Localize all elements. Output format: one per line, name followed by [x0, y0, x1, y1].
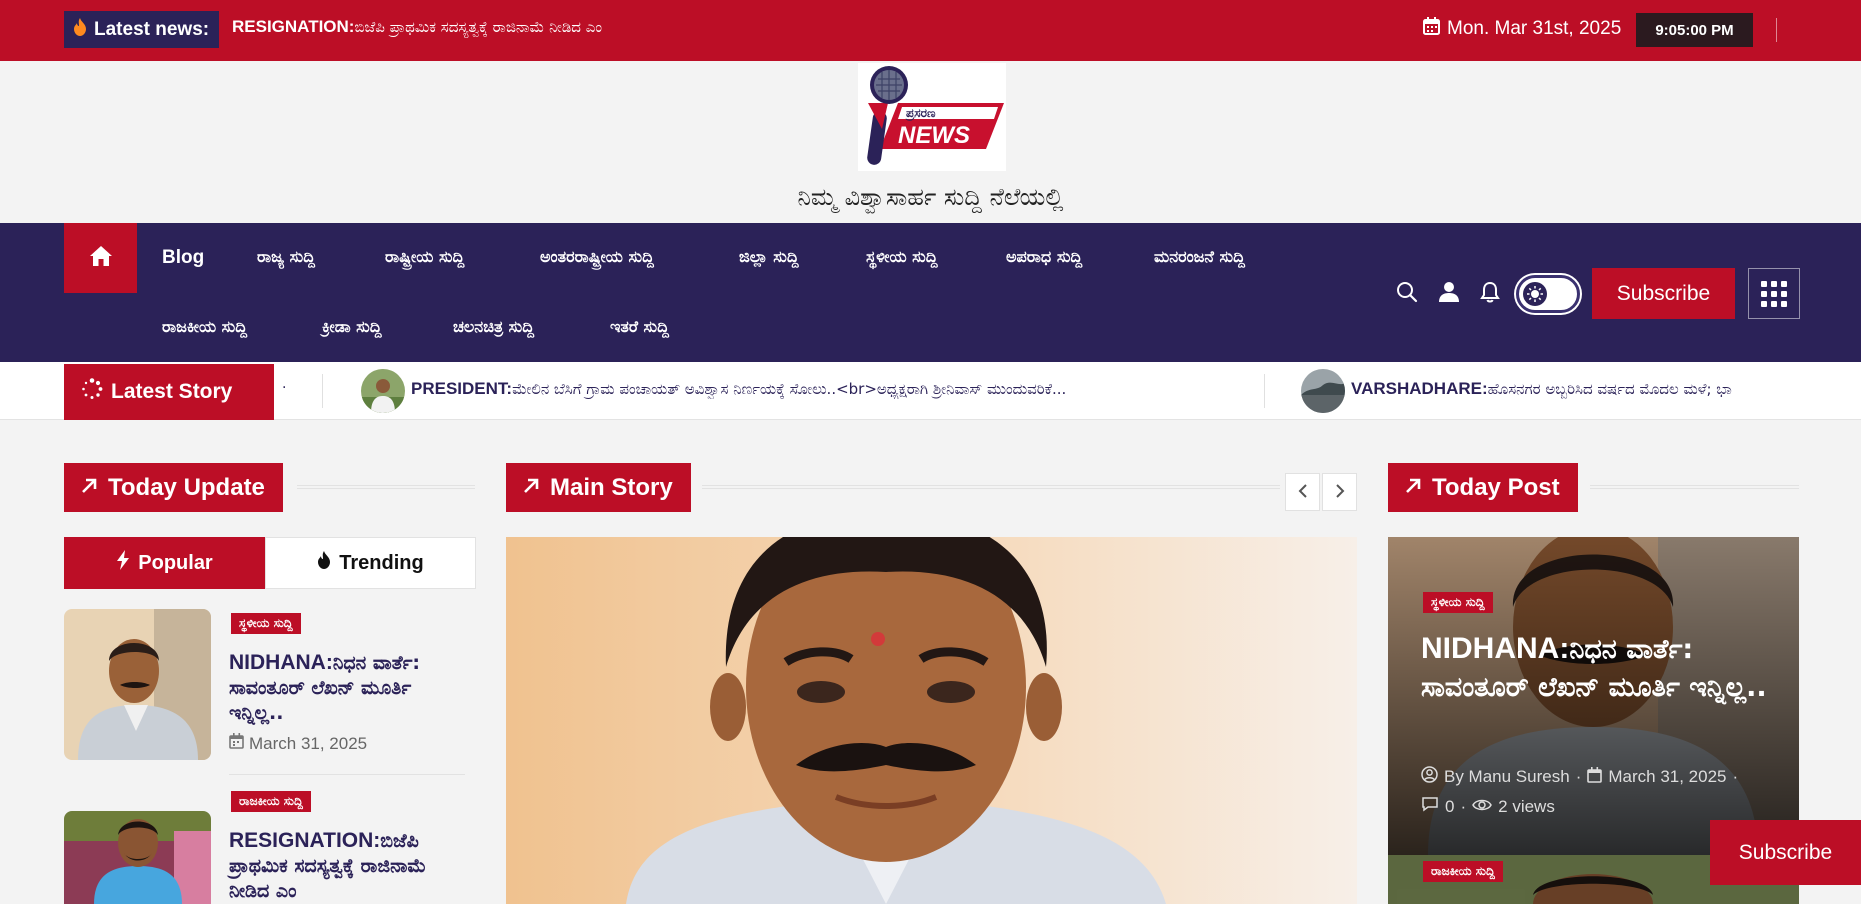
arrow-up-right-icon	[80, 474, 98, 502]
news-ticker-prefix: RESIGNATION:	[232, 17, 355, 36]
subscribe-button[interactable]: Subscribe	[1592, 268, 1735, 319]
bell-icon[interactable]	[1480, 281, 1500, 307]
heading-rule	[1590, 485, 1799, 489]
current-time: 9:05:00 PM	[1636, 13, 1753, 47]
arrow-up-right-icon	[1404, 474, 1422, 502]
story-item-varshadhare[interactable]: VARSHADHARE:ಹೊಸನಗರ ಅಬ್ಬರಿಸಿದ ವರ್ಷದ ಮೊದಲ …	[1351, 379, 1799, 399]
nav-item-international-news[interactable]: ಅಂತರರಾಷ್ಟ್ರೀಯ ಸುದ್ದಿ	[540, 247, 654, 267]
current-date: Mon. Mar 31st, 2025	[1423, 17, 1621, 41]
nav-item-national-news[interactable]: ರಾಷ್ಟ್ರೀಯ ಸುದ್ದಿ	[385, 247, 464, 267]
chevron-right-icon	[1335, 483, 1345, 502]
nav-item-state-news[interactable]: ರಾಜ್ಯ ಸುದ್ದಿ	[257, 247, 315, 267]
nav-item-local-news[interactable]: ಸ್ಥಳೀಯ ಸುದ್ದಿ	[866, 247, 938, 267]
heading-rule	[297, 485, 475, 489]
post-date: March 31, 2025	[229, 733, 367, 754]
news-ticker-text: ಬಿಜೆಪಿ ಪ್ರಾಥಮಿಕ ಸದಸ್ಯತ್ವಕ್ಕೆ ರಾಜಿನಾಮೆ ನೀ…	[354, 18, 603, 36]
grid-menu-icon[interactable]	[1748, 268, 1800, 319]
today-post-title[interactable]: NIDHANA:ನಿಧನ ವಾರ್ತೆ: ಸಾವಂತೂರ್ ಲೆಖನ್ ಮೂರ್…	[1421, 630, 1791, 707]
branding-area: ಪ್ರಸರಣ NEWS ನಿಮ್ಮ ವಿಶ್ವಾಸಾರ್ಹ ಸುದ್ದಿ ನೆಲ…	[0, 61, 1861, 223]
sun-icon	[1523, 282, 1547, 306]
today-post-meta: By Manu Suresh · March 31, 2025 ·	[1421, 766, 1738, 788]
tab-trending[interactable]: Trending	[265, 537, 476, 589]
fire-icon	[317, 551, 331, 575]
story-separator	[322, 374, 323, 408]
carousel-next-button[interactable]	[1322, 473, 1357, 511]
post-date: March 31, 2025	[1608, 767, 1727, 786]
top-divider	[1776, 18, 1777, 42]
user-icon[interactable]	[1438, 281, 1460, 307]
popular-post-title[interactable]: NIDHANA:ನಿಧನ ವಾರ್ತೆ: ಸಾವಂತೂರ್ ಲೆಖನ್ ಮೂರ್…	[229, 650, 459, 726]
main-navigation	[0, 223, 1861, 362]
main-story-image[interactable]	[506, 537, 1357, 904]
search-icon[interactable]	[1396, 281, 1418, 307]
category-badge[interactable]: ಸ್ಥಳೀಯ ಸುದ್ದಿ	[1423, 592, 1493, 613]
comment-count[interactable]: 0	[1445, 797, 1454, 817]
calendar-icon	[1423, 17, 1440, 41]
today-update-heading: Today Update	[64, 463, 283, 512]
story-separator	[1264, 374, 1265, 408]
nav-item-other-news[interactable]: ಇತರೆ ಸುದ್ದಿ	[610, 317, 669, 337]
post-thumbnail[interactable]	[64, 609, 211, 760]
list-divider	[229, 774, 465, 775]
latest-story-label: Latest Story	[64, 364, 274, 420]
story-thumbnail[interactable]	[1301, 369, 1345, 413]
nav-item-film-news[interactable]: ಚಲನಚಿತ್ರ ಸುದ್ದಿ	[453, 317, 534, 337]
eye-icon	[1472, 797, 1492, 817]
comment-icon	[1421, 796, 1439, 817]
nav-item-crime-news[interactable]: ಅಪರಾಧ ಸುದ್ದಿ	[1006, 247, 1082, 267]
calendar-icon	[229, 733, 244, 754]
carousel-prev-button[interactable]	[1285, 473, 1320, 511]
nav-item-sports-news[interactable]: ಕ್ರೀಡಾ ಸುದ್ದಿ	[322, 317, 382, 337]
view-count: 2 views	[1498, 796, 1555, 816]
dark-mode-toggle[interactable]	[1516, 275, 1580, 313]
heading-rule	[702, 485, 1280, 489]
popular-post-title[interactable]: RESIGNATION:ಬಿಜೆಪಿ ಪ್ರಾಥಮಿಕ ಸದಸ್ಯತ್ವಕ್ಕೆ…	[229, 828, 459, 904]
user-circle-icon	[1421, 766, 1438, 788]
calendar-icon	[1587, 766, 1603, 788]
story-thumbnail[interactable]	[361, 369, 405, 413]
nav-item-blog[interactable]: Blog	[162, 247, 204, 269]
logo-news-text: NEWS	[898, 122, 970, 149]
site-logo[interactable]: ಪ್ರಸರಣ NEWS	[858, 63, 1006, 171]
logo-small-text: ಪ್ರಸರಣ	[905, 106, 936, 121]
nav-item-entertainment-news[interactable]: ಮನರಂಜನೆ ಸುದ್ದಿ	[1154, 247, 1245, 267]
category-badge[interactable]: ಸ್ಥಳೀಯ ಸುದ್ದಿ	[231, 613, 301, 634]
flame-icon	[72, 17, 88, 42]
home-icon	[89, 245, 113, 271]
latest-news-label: Latest news:	[64, 11, 220, 48]
home-button[interactable]	[64, 223, 137, 293]
floating-subscribe-button[interactable]: Subscribe	[1710, 820, 1861, 885]
today-post-stats: 0 · 2 views	[1421, 796, 1555, 817]
story-item-president[interactable]: PRESIDENT:ಮೇಲಿನ ಬೆಸಿಗೆ ಗ್ರಾಮ ಪಂಚಾಯತ್ ಅವಿ…	[411, 379, 1231, 399]
category-badge[interactable]: ರಾಜಕೀಯ ಸುದ್ದಿ	[1423, 861, 1503, 882]
main-story-heading: Main Story	[506, 463, 691, 512]
post-thumbnail[interactable]	[64, 811, 211, 904]
nav-item-politics-news[interactable]: ರಾಜಕೀಯ ಸುದ್ದಿ	[162, 317, 247, 337]
tab-popular[interactable]: Popular	[64, 537, 265, 589]
category-badge[interactable]: ರಾಜಕೀಯ ಸುದ್ದಿ	[231, 791, 311, 812]
site-tagline: ನಿಮ್ಮ ವಿಶ್ವಾಸಾರ್ಹ ಸುದ್ದಿ ನೆಲೆಯಲ್ಲಿ	[797, 183, 1064, 211]
arrow-up-right-icon	[522, 474, 540, 502]
bolt-icon	[116, 550, 130, 576]
news-ticker[interactable]: RESIGNATION:ಬಿಜೆಪಿ ಪ್ರಾಥಮಿಕ ಸದಸ್ಯತ್ವಕ್ಕೆ…	[232, 17, 722, 43]
ticker-dot: ·	[282, 380, 287, 396]
post-author[interactable]: By Manu Suresh	[1444, 767, 1570, 787]
today-post-heading: Today Post	[1388, 463, 1578, 512]
spinner-icon	[81, 378, 103, 406]
nav-item-district-news[interactable]: ಜಿಲ್ಲಾ ಸುದ್ದಿ	[739, 247, 799, 267]
chevron-left-icon	[1298, 483, 1308, 502]
